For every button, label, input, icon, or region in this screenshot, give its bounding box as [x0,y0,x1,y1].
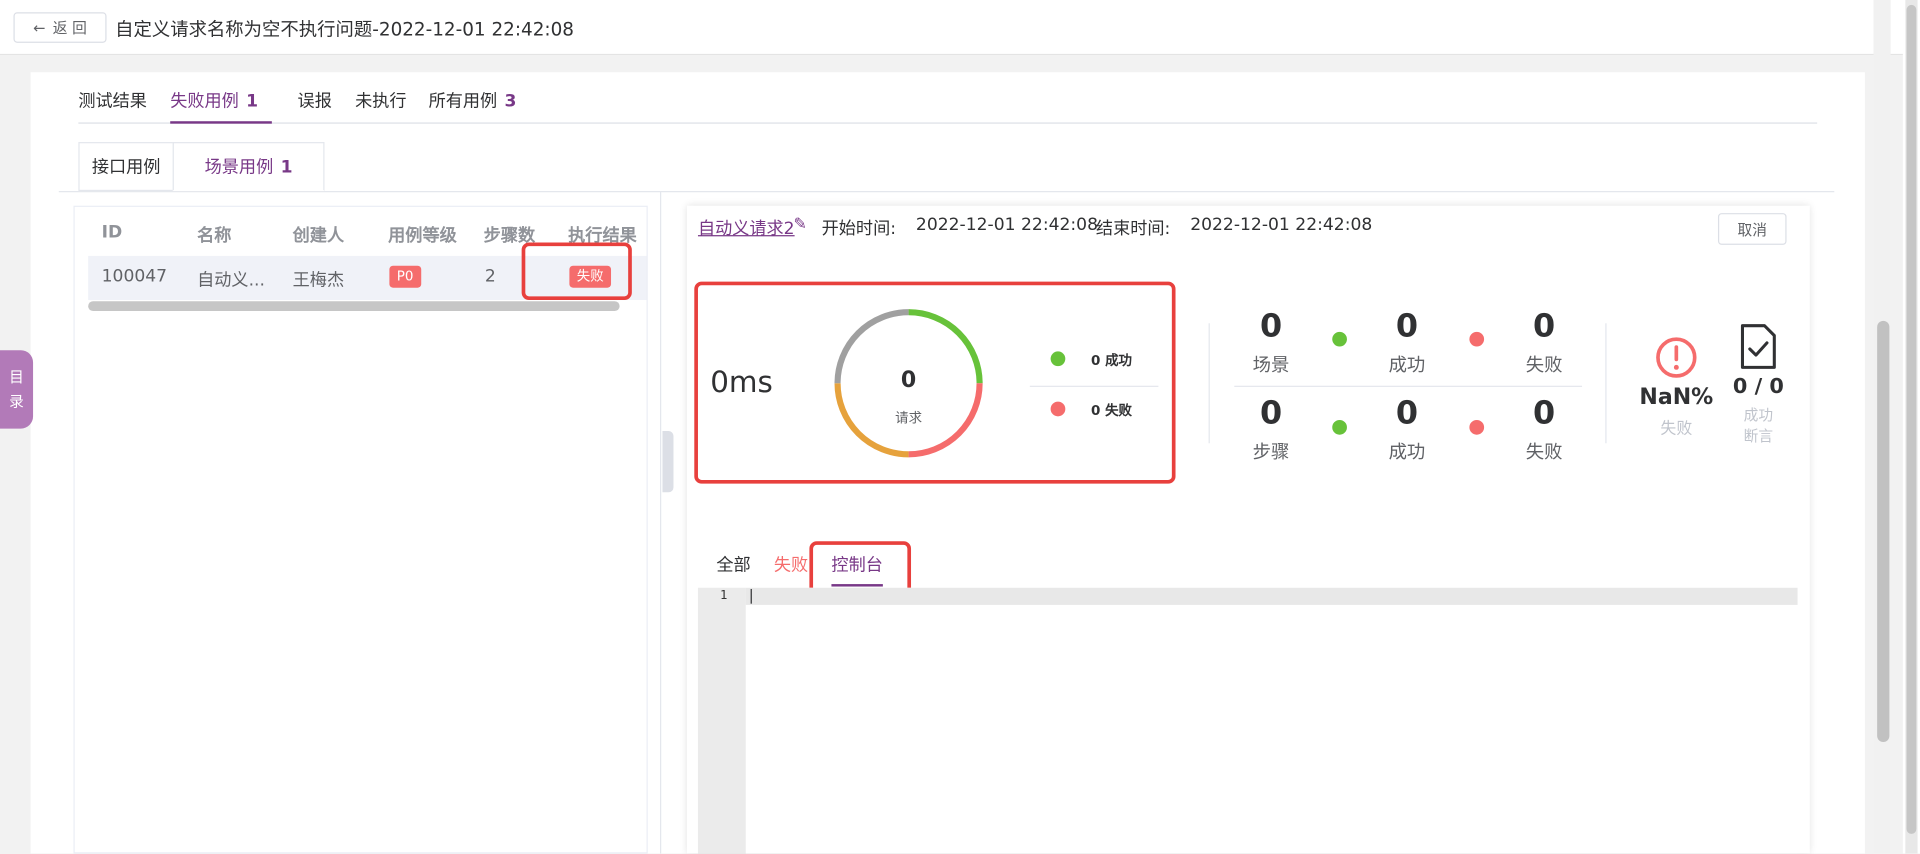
tab-count: 3 [504,91,517,112]
tab-all-cases[interactable]: 所有用例 3 [429,88,517,112]
edit-icon[interactable]: ✎ [793,216,806,234]
end-time-value: 2022-12-01 22:42:08 [1190,215,1373,236]
success-dot-icon [1332,331,1347,347]
scenario-fail: 0 [1533,308,1556,346]
editor-gutter [697,587,746,854]
assertion-label: 成功 [1743,406,1774,424]
scenario-success: 0 [1395,308,1419,346]
horizontal-scrollbar[interactable] [88,301,620,312]
fail-rate-value: NaN% [1639,384,1714,411]
step-fail-label: 失败 [1525,440,1563,463]
request-count: 0 [900,367,917,394]
console-editor[interactable] [697,587,1798,854]
highlight-box [521,242,632,301]
legend-success: 0 成功 [1091,352,1133,369]
legend-fail: 0 失败 [1091,402,1133,419]
cell-id: 100047 [101,266,168,287]
text-cursor [750,588,752,604]
fail-dot-icon [1469,331,1485,347]
tab-label: 失败用例 [170,91,239,112]
back-button[interactable]: ← 返 回 [13,12,107,43]
step-success-label: 成功 [1388,440,1426,463]
cell-name: 自动义... [197,270,265,291]
success-dot-icon [1332,420,1347,435]
tab-not-executed[interactable]: 未执行 [355,88,406,112]
tab-label: 所有用例 [428,91,498,112]
warning-circle-icon [1656,337,1697,378]
level-badge: P0 [389,265,421,288]
collapse-handle[interactable] [662,431,674,493]
end-time-label: 结束时间: [1095,219,1171,239]
tab-all[interactable]: 全部 [716,552,750,576]
tab-api-cases[interactable]: 接口用例 [78,142,174,192]
vertical-scrollbar-thumb[interactable] [1877,320,1890,743]
side-tab-label: 录 [9,393,24,411]
tab-test-result[interactable]: 测试结果 [78,88,147,112]
stats-divider-right [1605,323,1607,444]
line-number: 1 [720,588,728,603]
arrow-left-icon: ← [33,19,46,37]
col-header-level[interactable]: 用例等级 [388,223,457,247]
active-tab-indicator [170,121,272,124]
start-time-label: 开始时间: [821,219,896,239]
stats-row-divider [1234,385,1583,387]
tab-label: 场景用例 [204,157,274,178]
step-fail: 0 [1533,395,1556,433]
request-label: 请求 [895,410,923,427]
panel-divider [660,191,662,854]
duration-value: 0ms [710,364,773,400]
tab-count: 1 [246,91,259,112]
scenario-total: 0 [1259,308,1283,346]
scenario-name-link[interactable]: 自动义请求2 [698,216,795,240]
tab-label: 误报 [297,91,332,112]
case-tabs-bar [58,142,1835,193]
tab-label: 接口用例 [91,157,161,178]
page-title: 自定义请求名称为空不执行问题-2022-12-01 22:42:08 [115,18,574,41]
success-dot-icon [1050,351,1066,367]
fail-dot-icon [1469,420,1485,435]
cell-steps: 2 [484,266,496,287]
cancel-button[interactable]: 取消 [1717,213,1787,245]
assertion-label: 断言 [1743,427,1774,445]
assertion-value: 0 / 0 [1732,374,1784,400]
tab-failed-cases[interactable]: 失败用例 1 [170,88,258,112]
tab-failed[interactable]: 失败 [774,552,808,576]
side-directory-tab[interactable]: 目 录 [0,350,34,429]
col-header-id[interactable]: ID [102,223,123,243]
step-success: 0 [1395,395,1419,433]
back-label: 返 回 [52,19,87,37]
start-time-value: 2022-12-01 22:42:08 [915,215,1099,236]
tab-scenario-cases[interactable]: 场景用例 1 [172,142,325,192]
step-total-label: 步骤 [1252,440,1290,463]
scenario-success-label: 成功 [1388,353,1426,376]
stats-divider-left [1208,323,1210,444]
fail-rate-label: 失败 [1660,420,1693,439]
tab-label: 未执行 [355,91,407,112]
tab-label: 测试结果 [78,91,147,112]
tab-divider [78,122,1818,124]
col-header-creator[interactable]: 创建人 [293,223,344,247]
scenario-fail-label: 失败 [1525,353,1563,376]
scenario-total-label: 场景 [1252,353,1290,376]
step-total: 0 [1259,395,1283,433]
tab-false-positive[interactable]: 误报 [298,88,332,112]
fail-dot-icon [1050,401,1066,417]
window-scrollbar-thumb[interactable] [1906,4,1917,834]
document-check-icon [1740,324,1776,369]
col-header-name[interactable]: 名称 [197,223,231,247]
tab-count: 1 [280,157,293,178]
legend-divider [1029,385,1159,387]
side-tab-label: 目 [9,368,24,386]
editor-current-line [745,587,1798,605]
cell-creator: 王梅杰 [292,270,345,291]
